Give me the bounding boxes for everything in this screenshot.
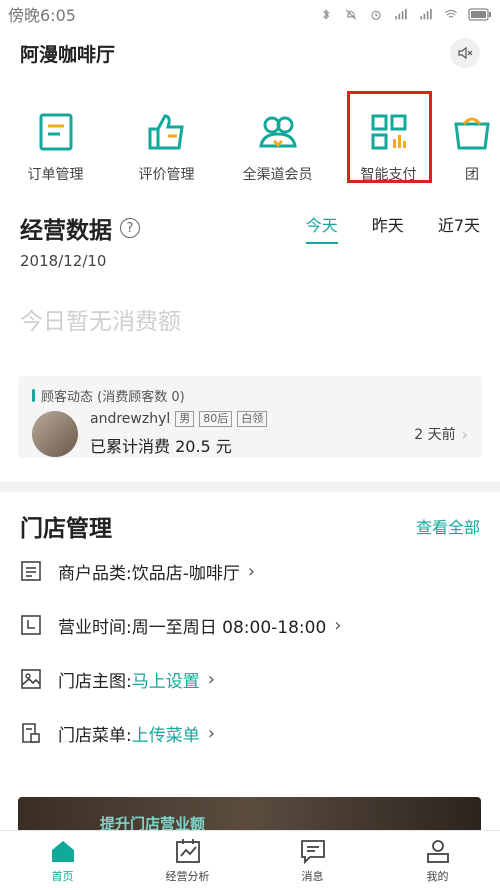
bottom-tab-bar: 首页 经营分析 消息 我的	[0, 830, 500, 890]
row-label: 营业时间:	[58, 617, 132, 638]
order-icon	[39, 113, 72, 151]
thumbs-up-icon	[148, 114, 184, 150]
tab-analytics[interactable]: 经营分析	[125, 831, 250, 890]
upload-menu-link[interactable]: 上传菜单	[132, 721, 200, 746]
group-buy-icon	[454, 117, 490, 150]
members-icon	[258, 116, 297, 148]
mute-button[interactable]	[450, 38, 480, 68]
home-icon	[51, 840, 74, 862]
list-icon	[21, 561, 41, 581]
shortcut-label: 评价管理	[138, 167, 195, 183]
tab-label: 我的	[426, 869, 449, 883]
highlight-box	[347, 91, 432, 183]
view-all-link[interactable]: 查看全部	[416, 514, 480, 538]
set-now-link[interactable]: 马上设置	[132, 667, 200, 692]
shortcut-omnichannel-members[interactable]: 全渠道会员	[222, 106, 333, 186]
shortcut-label: 订单管理	[27, 167, 84, 183]
customer-info: andrewzhyl 男 80后 白领 已累计消费 20.5 元	[90, 411, 414, 457]
store-management-title: 门店管理	[20, 516, 112, 542]
accent-bar	[32, 389, 35, 402]
image-icon	[21, 669, 41, 689]
signal-icon-2	[420, 8, 432, 19]
store-row-hours[interactable]: 营业时间: 周一至周日 08:00-18:00 ›	[0, 598, 500, 652]
customer-activity-header: 顾客动态 (消费顾客数 0)	[32, 386, 468, 405]
speaker-mute-icon	[458, 46, 473, 60]
mute-bell-icon	[345, 8, 357, 20]
wifi-icon	[444, 9, 458, 18]
gender-tag: 男	[175, 411, 195, 427]
tab-label: 经营分析	[165, 869, 210, 883]
tab-home[interactable]: 首页	[0, 831, 125, 890]
store-row-main-image[interactable]: 门店主图: 马上设置 ›	[0, 652, 500, 706]
shortcut-order-management[interactable]: 订单管理	[0, 106, 111, 186]
customer-name: andrewzhyl	[90, 411, 171, 427]
shortcut-label: 团	[465, 167, 479, 183]
tab-label: 首页	[51, 869, 74, 883]
tab-today[interactable]: 今天	[305, 212, 338, 244]
row-value: 饮品店-咖啡厅	[131, 563, 240, 584]
row-value: 周一至周日 08:00-18:00	[131, 617, 327, 638]
bluetooth-icon	[323, 8, 330, 20]
signal-icon	[395, 8, 407, 19]
business-data-title: 经营数据 ?	[20, 211, 140, 245]
tab-last-7-days[interactable]: 近7天	[438, 212, 480, 244]
date-range-tabs: 今天 昨天 近7天	[305, 212, 480, 244]
profile-icon	[426, 839, 449, 863]
store-management-header: 门店管理 查看全部	[0, 508, 500, 544]
alarm-icon	[371, 10, 381, 20]
status-bar: 傍晚6:05	[0, 0, 500, 28]
customer-total-spent: 已累计消费 20.5 元	[90, 437, 232, 456]
customer-activity-title: 顾客动态 (消费顾客数 0)	[41, 390, 185, 405]
occupation-tag: 白领	[237, 411, 268, 427]
tab-profile[interactable]: 我的	[375, 831, 500, 890]
empty-sales-text: 今日暂无消费额	[20, 309, 181, 335]
store-row-menu[interactable]: 门店菜单: 上传菜单 ›	[0, 706, 500, 760]
tab-label: 消息	[301, 869, 324, 883]
chevron-right-icon: ›	[334, 614, 342, 636]
help-icon[interactable]: ?	[120, 218, 140, 238]
chart-icon	[175, 838, 200, 863]
customer-name-row: andrewzhyl 男 80后 白领	[90, 411, 414, 427]
clock-icon	[21, 615, 41, 635]
message-icon	[300, 839, 325, 864]
shortcut-review-management[interactable]: 评价管理	[111, 106, 222, 186]
menu-doc-icon	[22, 723, 40, 743]
chevron-right-icon: ›	[247, 560, 256, 582]
business-title-text: 经营数据	[20, 218, 112, 244]
shop-name: 阿漫咖啡厅	[20, 43, 116, 66]
chevron-right-icon: ›	[207, 668, 215, 690]
section-divider	[0, 482, 500, 492]
store-row-category[interactable]: 商户品类: 饮品店-咖啡厅 ›	[0, 544, 500, 598]
tab-messages[interactable]: 消息	[250, 831, 375, 890]
customer-row: andrewzhyl 男 80后 白领 已累计消费 20.5 元 2 天前 ›	[32, 411, 468, 457]
customer-last-visit: 2 天前	[414, 427, 456, 443]
tab-yesterday[interactable]: 昨天	[372, 212, 404, 244]
business-data-header: 经营数据 ? 今天 昨天 近7天	[0, 210, 500, 246]
avatar	[32, 411, 78, 457]
chevron-right-icon: ›	[461, 424, 468, 444]
age-tag: 80后	[199, 411, 233, 427]
chevron-right-icon: ›	[207, 722, 215, 744]
business-date: 2018/12/10	[20, 252, 107, 270]
battery-icon	[468, 7, 491, 21]
app-header: 阿漫咖啡厅	[0, 28, 500, 78]
shortcut-group-buy[interactable]: 团	[444, 106, 500, 186]
row-label: 商户品类:	[58, 563, 132, 584]
status-time: 傍晚6:05	[8, 6, 76, 25]
status-icons	[318, 7, 492, 21]
row-label: 门店主图:	[58, 671, 132, 692]
row-label: 门店菜单:	[58, 725, 132, 746]
shortcut-label: 全渠道会员	[242, 167, 313, 183]
customer-activity-card[interactable]: 顾客动态 (消费顾客数 0) andrewzhyl 男 80后 白领 已累计消费…	[18, 376, 482, 458]
